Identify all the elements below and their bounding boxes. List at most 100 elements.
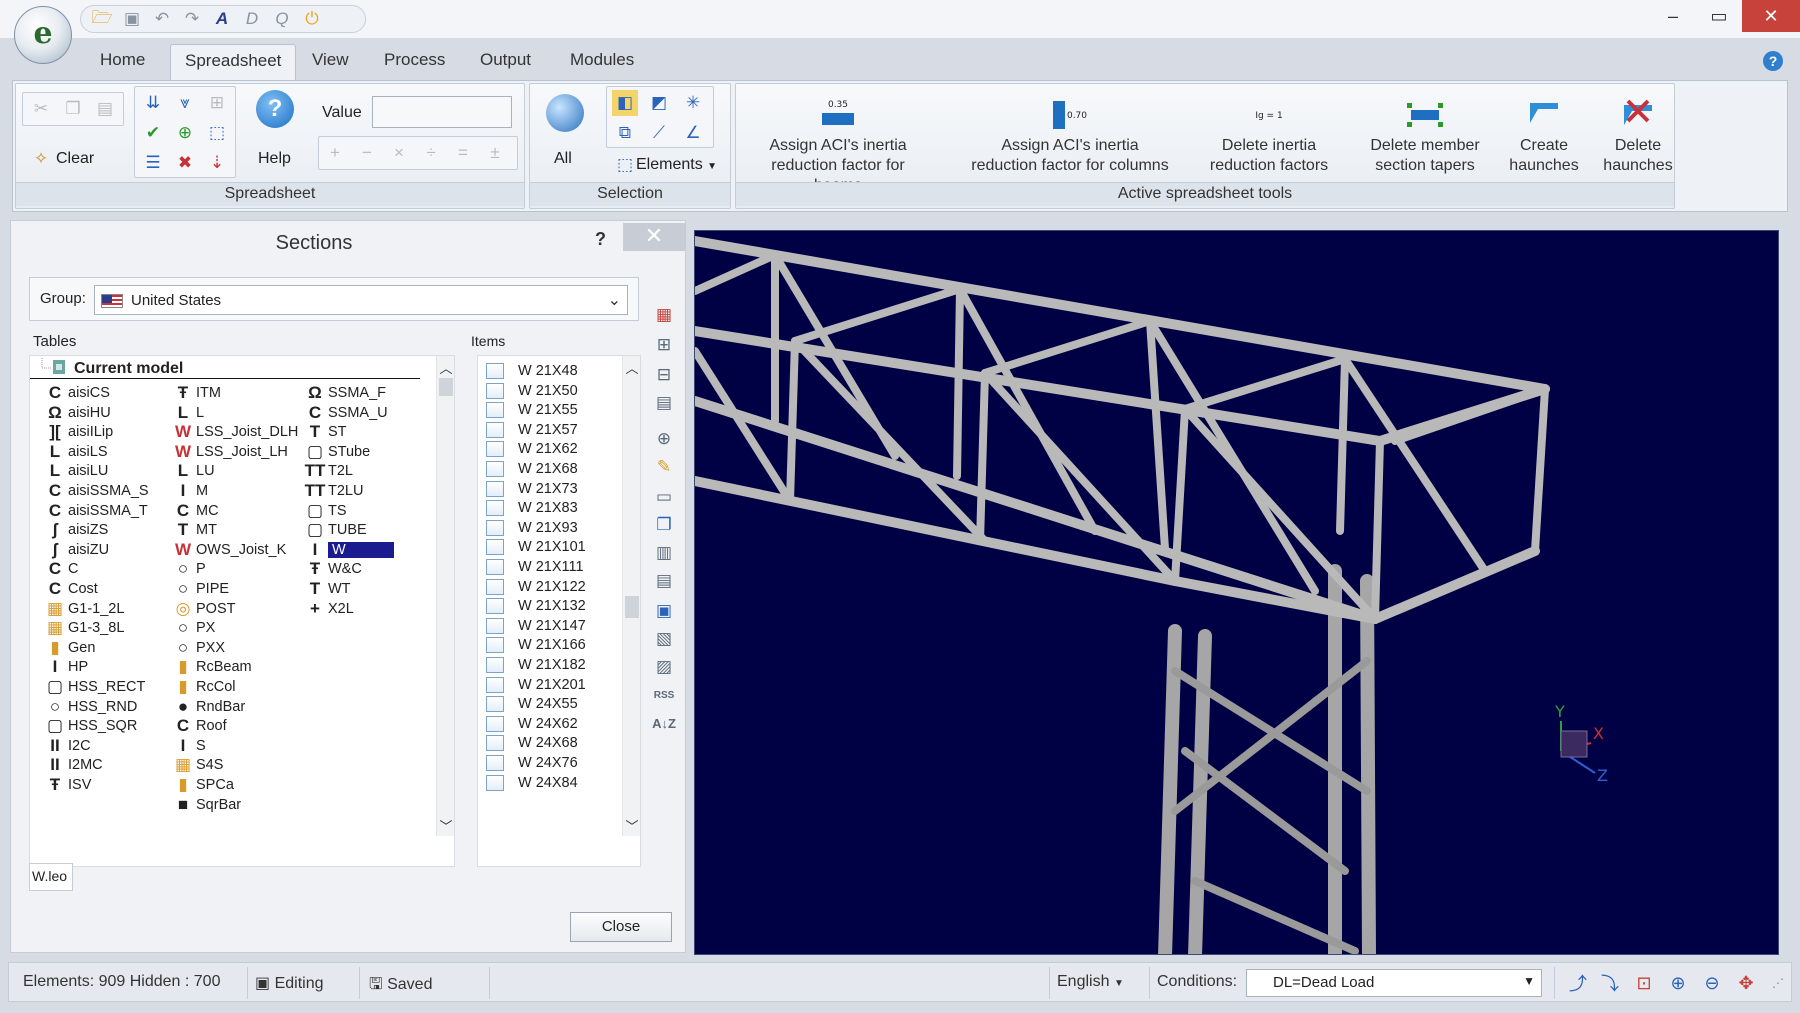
delete-inertia-button[interactable]: Ig = 1 Delete inertia reduction factors (1204, 92, 1334, 176)
model-viewport[interactable]: Y X Z (694, 230, 1779, 955)
sort-az-icon[interactable]: A↓Z (651, 711, 677, 735)
sign-icon[interactable]: ± (482, 140, 508, 166)
select-group-icon[interactable]: ⧉ (612, 120, 638, 146)
tab-home[interactable]: Home (100, 50, 145, 70)
tables-scrollbar[interactable]: ︿ ﹀ (436, 356, 454, 836)
add-section-icon[interactable]: ▦ (651, 303, 677, 327)
multiply-icon[interactable]: × (386, 140, 412, 166)
scroll-down-icon[interactable]: ﹀ (623, 816, 640, 835)
delete-row-icon[interactable]: ✖ (172, 150, 198, 176)
delete-haunches-button[interactable]: Delete haunches (1598, 92, 1678, 176)
help-icon[interactable]: ? (1763, 51, 1783, 71)
view-down-icon[interactable]: ⤵ (1597, 971, 1623, 995)
document-tool-icon[interactable]: ▨ (651, 655, 677, 679)
items-scroll-thumb[interactable] (625, 596, 639, 618)
group-select[interactable]: United States ⌄ (94, 285, 628, 315)
import-section-icon[interactable]: ⊞ (651, 333, 677, 357)
language-select[interactable]: English ▼ (1057, 973, 1124, 991)
delete-tapers-button[interactable]: Delete member section tapers (1362, 92, 1488, 176)
assign-beams-button[interactable]: 0.35 Assign ACI's inertia reduction fact… (748, 92, 928, 196)
clear-button[interactable]: Clear (56, 150, 94, 168)
app-menu-button[interactable]: e (14, 6, 72, 64)
select-member-icon[interactable]: ⟋ (646, 120, 672, 146)
cut-icon[interactable]: ✂ (28, 96, 54, 122)
table-row[interactable]: Ŧ ISV (42, 774, 92, 796)
list-item[interactable]: W 24X84 (486, 772, 578, 794)
truss-model[interactable]: Y X Z (695, 231, 1779, 955)
zoom-out-icon[interactable]: ⊖ (1699, 971, 1725, 995)
search-icon[interactable]: Q (271, 8, 293, 30)
add-row-icon[interactable]: ⊕ (172, 120, 198, 146)
tab-modules[interactable]: Modules (570, 50, 634, 70)
editing-status[interactable]: ▣ Editing (255, 973, 324, 993)
new-item-icon[interactable]: ⊕ (651, 427, 677, 451)
tab-output[interactable]: Output (480, 50, 531, 70)
elements-dropdown[interactable]: Elements ▼ (636, 156, 717, 174)
check-icon[interactable]: ✔ (140, 120, 166, 146)
window-close-button[interactable]: ✕ (1742, 0, 1800, 32)
select-cells-icon[interactable]: ⬚ (204, 120, 230, 146)
image-tool-icon[interactable]: ▣ (651, 599, 677, 623)
assign-columns-button[interactable]: 0.70 Assign ACI's inertia reduction fact… (970, 92, 1170, 176)
maximize-button[interactable]: ▭ (1696, 0, 1742, 32)
list-icon[interactable]: ☰ (140, 150, 166, 176)
scroll-up-icon[interactable]: ︿ (437, 358, 454, 377)
print-section-icon[interactable]: ▤ (651, 391, 677, 415)
delete-item-icon[interactable]: ▭ (651, 485, 677, 509)
font-icon[interactable]: A (211, 8, 233, 30)
tables-scroll-thumb[interactable] (439, 378, 453, 396)
close-button[interactable]: Close (570, 912, 672, 942)
conditions-select[interactable]: DL=Dead Load ▼ (1246, 969, 1542, 997)
paste-icon[interactable]: ▤ (92, 96, 118, 122)
tab-view[interactable]: View (312, 50, 349, 70)
panel-close-button[interactable]: ✕ (623, 223, 685, 251)
report-tool-icon[interactable]: ▧ (651, 627, 677, 651)
select-plate-icon[interactable]: ◩ (646, 90, 672, 116)
undo-icon[interactable]: ↶ (151, 8, 173, 30)
globe-icon[interactable] (546, 94, 584, 132)
table-row[interactable]: + X2L (302, 598, 354, 620)
minus-icon[interactable]: − (354, 140, 380, 166)
table-edit-icon[interactable]: ▤ (651, 569, 677, 593)
zoom-window-icon[interactable]: ⊡ (1631, 971, 1657, 995)
all-button[interactable]: All (554, 150, 572, 168)
select-angle-icon[interactable]: ∠ (680, 120, 706, 146)
insert-row-icon[interactable]: ⇣ (204, 150, 230, 176)
folder-open-icon[interactable]: 🗁 (91, 8, 113, 30)
equals-icon[interactable]: = (450, 140, 476, 166)
scroll-down-icon[interactable]: ﹀ (437, 816, 454, 835)
table-tool-icon[interactable]: ▥ (651, 541, 677, 565)
scroll-up-icon[interactable]: ︿ (623, 358, 640, 377)
move-down-icon[interactable]: ⇊ (140, 90, 166, 116)
tab-process[interactable]: Process (384, 50, 445, 70)
edit-item-icon[interactable]: ✎ (651, 455, 677, 479)
items-scrollbar[interactable]: ︿ ﹀ (622, 356, 640, 836)
minimize-button[interactable]: – (1650, 0, 1696, 32)
save-icon[interactable]: ▣ (121, 8, 143, 30)
help-button[interactable]: Help (258, 150, 291, 168)
text-icon[interactable]: D (241, 8, 263, 30)
create-haunches-button[interactable]: Create haunches (1504, 92, 1584, 176)
resize-grip-icon[interactable]: ⋰ (1765, 971, 1791, 995)
grid-icon[interactable]: ⊞ (204, 90, 230, 116)
copy-icon[interactable]: ❐ (60, 96, 86, 122)
select-node-icon[interactable]: ◧ (612, 90, 638, 116)
move-bottom-icon[interactable]: ⩔ (172, 90, 198, 116)
power-icon[interactable]: ⏻ (301, 8, 323, 30)
redo-icon[interactable]: ↷ (181, 8, 203, 30)
pan-icon[interactable]: ✥ (1733, 971, 1759, 995)
copy-item-icon[interactable]: ❐ (651, 513, 677, 537)
tab-spreadsheet[interactable]: Spreadsheet (170, 44, 297, 80)
current-model-node[interactable]: Current model (40, 358, 183, 378)
table-row[interactable]: ■ SqrBar (170, 794, 241, 816)
rss-icon[interactable]: RSS (651, 683, 677, 707)
select-star-icon[interactable]: ✳ (680, 90, 706, 116)
clear-icon[interactable]: ✧ (28, 146, 54, 172)
export-section-icon[interactable]: ⊟ (651, 363, 677, 387)
help-big-icon[interactable]: ? (256, 90, 294, 128)
panel-help-button[interactable]: ? (595, 229, 606, 250)
divide-icon[interactable]: ÷ (418, 140, 444, 166)
view-up-icon[interactable]: ⤴ (1565, 971, 1591, 995)
plus-icon[interactable]: + (322, 140, 348, 166)
zoom-in-icon[interactable]: ⊕ (1665, 971, 1691, 995)
